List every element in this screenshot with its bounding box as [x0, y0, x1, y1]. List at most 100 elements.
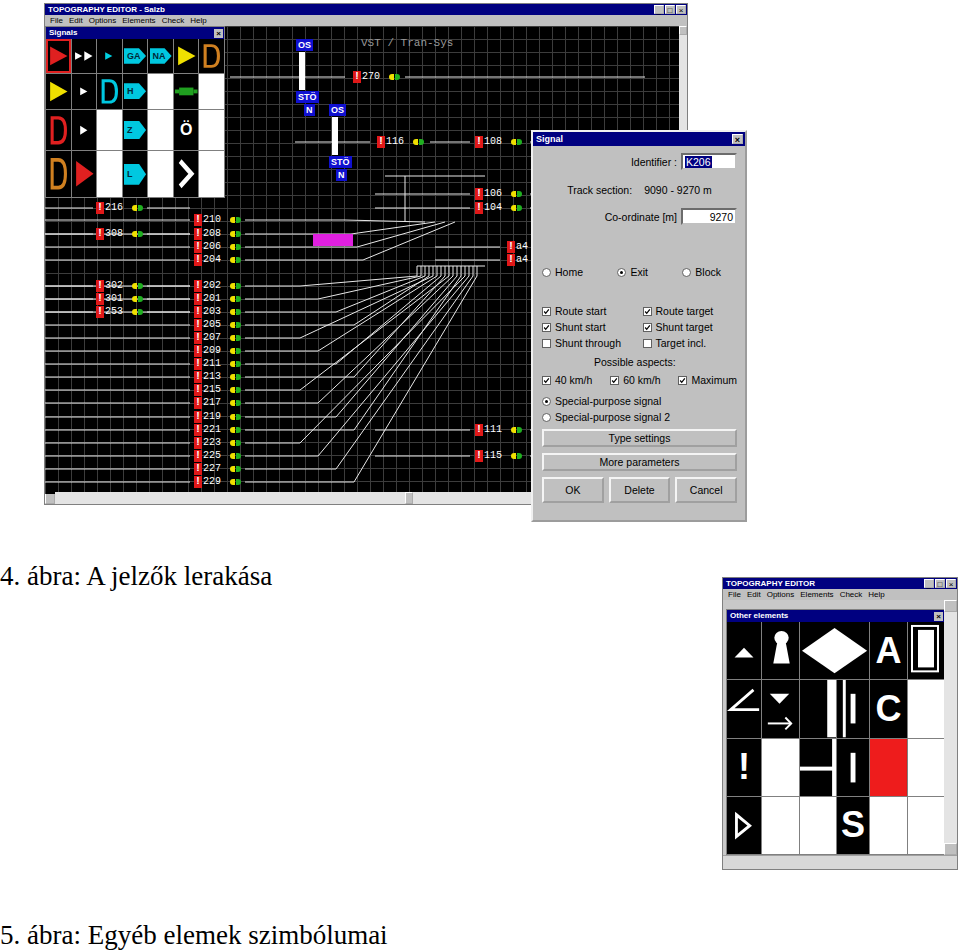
- palette-cell[interactable]: Ö: [174, 110, 199, 151]
- window-control-button[interactable]: _: [924, 579, 934, 588]
- palette-cell[interactable]: [800, 739, 836, 796]
- signal[interactable]: !203: [194, 306, 221, 318]
- palette-cell[interactable]: [870, 797, 907, 854]
- palette-cell[interactable]: [72, 39, 97, 73]
- palette-cell[interactable]: [762, 739, 799, 796]
- checkbox-option[interactable]: 60 km/h: [610, 373, 660, 388]
- palette-cell[interactable]: [97, 151, 122, 197]
- radio-option[interactable]: Block: [682, 265, 721, 280]
- checkbox[interactable]: [542, 339, 551, 348]
- palette-cell[interactable]: C: [870, 680, 907, 737]
- palette-cell[interactable]: S: [837, 797, 869, 854]
- palette-cell[interactable]: [97, 74, 122, 109]
- palette-cell[interactable]: [908, 680, 944, 737]
- palette-cell[interactable]: L: [123, 151, 148, 197]
- palette-cell[interactable]: [174, 151, 199, 197]
- signal[interactable]: !302: [96, 280, 123, 292]
- checkbox[interactable]: [678, 376, 687, 385]
- signal[interactable]: !111: [475, 424, 502, 436]
- palette-cell[interactable]: A: [870, 622, 907, 679]
- radio-button[interactable]: [617, 268, 626, 277]
- palette-cell[interactable]: [174, 74, 199, 109]
- menu-item[interactable]: Check: [840, 590, 863, 600]
- checkbox-option[interactable]: Route target: [643, 304, 738, 319]
- palette-close-button[interactable]: ×: [934, 612, 943, 621]
- checkbox[interactable]: [542, 307, 551, 316]
- palette-cell[interactable]: [199, 110, 224, 151]
- dialog-button[interactable]: Delete: [609, 477, 671, 503]
- palette-cell[interactable]: [727, 680, 761, 737]
- signal[interactable]: !108: [475, 136, 502, 148]
- palette-cell[interactable]: [762, 680, 799, 737]
- signal[interactable]: !210: [194, 214, 221, 226]
- menu-item[interactable]: Elements: [800, 590, 833, 600]
- menu-item[interactable]: File: [50, 16, 63, 26]
- menu-item[interactable]: Edit: [69, 16, 83, 26]
- signal[interactable]: !229: [194, 476, 221, 488]
- palette-cell[interactable]: !: [727, 739, 761, 796]
- palette-cell[interactable]: [97, 39, 122, 73]
- radio-button[interactable]: [542, 397, 551, 406]
- window-control-button[interactable]: _: [654, 5, 664, 14]
- signal[interactable]: !223: [194, 437, 221, 449]
- palette-cell[interactable]: [727, 797, 761, 854]
- signal[interactable]: !207: [194, 332, 221, 344]
- menu-item[interactable]: File: [728, 590, 741, 600]
- palette-cell[interactable]: GA: [123, 39, 148, 73]
- signal[interactable]: !202: [194, 280, 221, 292]
- palette-cell[interactable]: [72, 74, 97, 109]
- settings-button[interactable]: More parameters: [542, 453, 737, 471]
- palette-cell[interactable]: [72, 110, 97, 151]
- signal[interactable]: !225: [194, 450, 221, 462]
- palette-close-button[interactable]: ×: [214, 29, 223, 38]
- checkbox[interactable]: [643, 339, 652, 348]
- signal[interactable]: !219: [194, 411, 221, 423]
- checkbox-option[interactable]: Maximum: [678, 373, 737, 388]
- signal[interactable]: !106: [475, 188, 502, 200]
- palette-cell[interactable]: [46, 151, 71, 197]
- palette-cell[interactable]: [199, 74, 224, 109]
- palette-cell[interactable]: [800, 622, 869, 679]
- coordinate-field[interactable]: 9270: [681, 208, 737, 225]
- checkbox-option[interactable]: Target incl.: [643, 336, 738, 351]
- signal[interactable]: !213: [194, 371, 221, 383]
- palette-cell[interactable]: [46, 39, 71, 73]
- checkbox[interactable]: [643, 323, 652, 332]
- palette-cell[interactable]: [908, 622, 944, 679]
- palette-cell[interactable]: [837, 680, 869, 737]
- palette-cell[interactable]: [199, 39, 224, 73]
- signal[interactable]: !116: [377, 136, 404, 148]
- menu-item[interactable]: Edit: [747, 590, 761, 600]
- palette-cell[interactable]: [97, 110, 122, 151]
- scroll-up-button[interactable]: [944, 600, 957, 612]
- dialog-button[interactable]: OK: [542, 477, 604, 503]
- palette-cell[interactable]: NA: [148, 39, 173, 73]
- signal[interactable]: !201: [194, 293, 221, 305]
- menu-item[interactable]: Help: [868, 590, 884, 600]
- dialog-button[interactable]: Cancel: [675, 477, 737, 503]
- signal[interactable]: !211: [194, 358, 221, 370]
- palette-cell[interactable]: [46, 74, 71, 109]
- window-control-button[interactable]: ×: [676, 5, 686, 14]
- signal[interactable]: !215: [194, 384, 221, 396]
- checkbox[interactable]: [643, 307, 652, 316]
- checkbox[interactable]: [610, 376, 619, 385]
- menu-item[interactable]: Options: [89, 16, 117, 26]
- scroll-down-button[interactable]: [944, 843, 957, 855]
- signal[interactable]: !253: [96, 306, 123, 318]
- checkbox-option[interactable]: Route start: [542, 304, 637, 319]
- dialog-close-button[interactable]: ×: [732, 134, 743, 144]
- signal[interactable]: !270: [353, 71, 380, 83]
- signal[interactable]: !206: [194, 241, 221, 253]
- scroll-thumb[interactable]: [405, 492, 413, 504]
- radio-button[interactable]: [542, 268, 551, 277]
- scroll-up-button[interactable]: [679, 26, 687, 35]
- signal[interactable]: !205: [194, 319, 221, 331]
- checkbox[interactable]: [542, 376, 551, 385]
- station-block[interactable]: STÖ: [296, 91, 319, 103]
- window-control-button[interactable]: □: [665, 5, 675, 14]
- checkbox-option[interactable]: Shunt through: [542, 336, 637, 351]
- radio-option[interactable]: Home: [542, 265, 583, 280]
- checkbox-option[interactable]: 40 km/h: [542, 373, 592, 388]
- palette-cell[interactable]: [199, 151, 224, 197]
